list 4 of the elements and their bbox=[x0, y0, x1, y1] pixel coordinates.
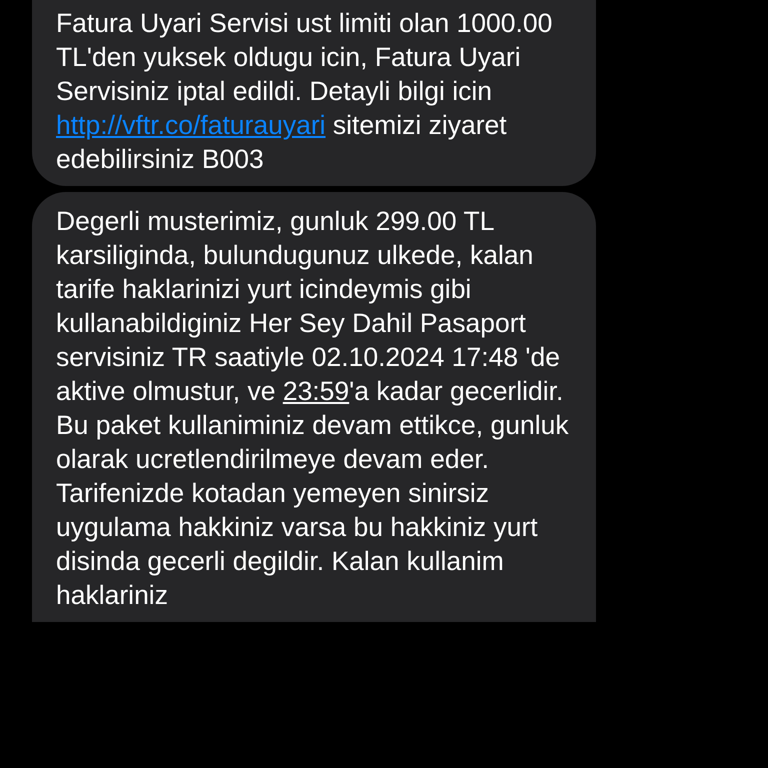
time-link[interactable]: 23:59 bbox=[282, 376, 350, 406]
link[interactable]: http://vftr.co/faturauyari bbox=[56, 110, 326, 140]
message-text: Fatura Uyari Servisi ust limiti olan 1000.00 TL'den yuksek oldugu icin, Fatura Uyari Servisiniz iptal edildi. Detayli bilgi icin http://vftr.co/faturauyari sitemizi ziyaret edebilirsiniz B003 bbox=[56, 7, 554, 176]
message-text: Degerli musterimiz, gunluk 299.00 TL karsiliginda, bulundugunuz ulkede, kalan tarife haklarinizi yurt icindeymis gibi kullanabildiginiz Her Sey Dahil Pasaport servisiniz TR saatiyle 02.10.2024 17:48 'de aktive olmustur, ve 23:59'a kadar gecerlidir. Bu paket kullaniminiz devam ettikce, gunluk olarak ucretlendirilmeye devam eder. Tarifenizde kotadan yemeyen sinirsiz uygulama hakkiniz varsa bu hakkiniz yurt disinda gecerli degildir. Kalan kullanim haklariniz bbox=[56, 205, 570, 612]
